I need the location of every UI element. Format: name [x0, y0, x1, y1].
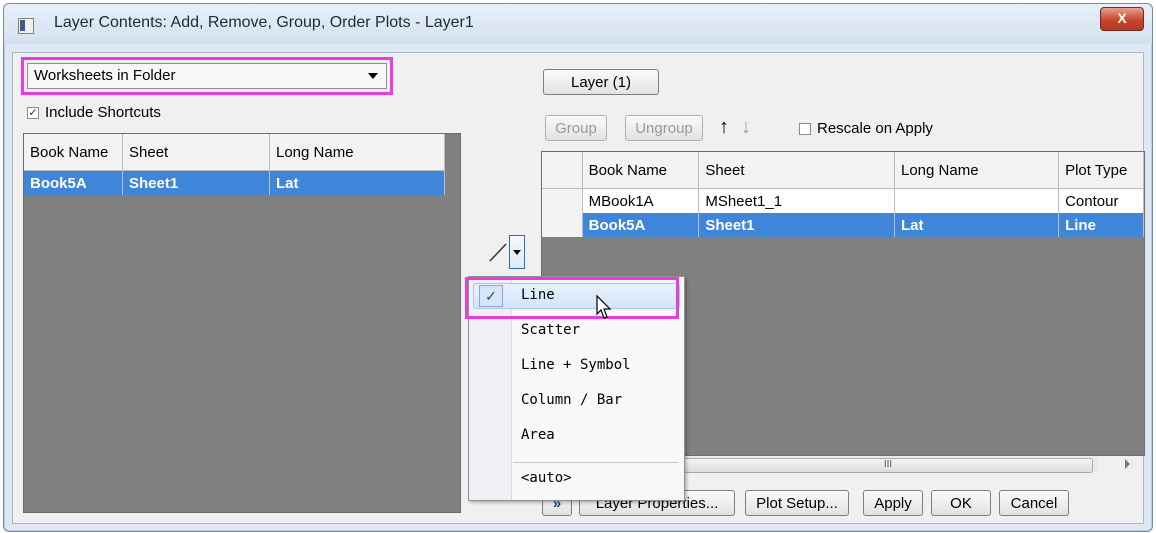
menu-item-line[interactable]: Line: [521, 287, 555, 303]
cell-long-name: Lat: [894, 213, 1060, 237]
source-select-value: Worksheets in Folder: [34, 67, 176, 84]
table-row[interactable]: Book5A Sheet1 Lat Line: [542, 213, 1144, 237]
menu-item-line-symbol[interactable]: Line + Symbol: [521, 357, 631, 373]
apply-button[interactable]: Apply: [863, 490, 923, 516]
cell-sheet: Sheet1: [122, 170, 270, 195]
horizontal-scrollbar[interactable]: III: [681, 456, 1099, 473]
chevron-down-icon: [513, 250, 521, 255]
checkmark-icon: ✓: [479, 285, 503, 307]
menu-separator: [513, 462, 678, 463]
col-header-book-name[interactable]: Book Name: [582, 152, 700, 189]
menu-item-scatter[interactable]: Scatter: [521, 322, 580, 338]
move-down-arrow-icon[interactable]: ↓: [735, 115, 757, 141]
rescale-on-apply-label: Rescale on Apply: [817, 120, 933, 137]
scroll-right-arrow-icon[interactable]: [1125, 459, 1130, 469]
col-header-long-name[interactable]: Long Name: [894, 152, 1060, 189]
available-data-grid: Book Name Sheet Long Name Book5A Sheet1 …: [23, 133, 461, 513]
scrollbar-thumb[interactable]: III: [683, 458, 1093, 473]
table-row[interactable]: MBook1A MSheet1_1 Contour: [542, 188, 1144, 213]
cell-sheet: Sheet1: [698, 213, 895, 237]
mouse-cursor-icon: [595, 294, 615, 322]
dialog-body: Worksheets in Folder ✓ Include Shortcuts…: [12, 52, 1145, 524]
include-shortcuts-label: Include Shortcuts: [45, 104, 161, 121]
ungroup-button[interactable]: Ungroup: [625, 115, 703, 141]
table-row[interactable]: Book5A Sheet1 Lat: [24, 170, 445, 195]
col-header-sheet[interactable]: Sheet: [122, 134, 270, 171]
cell-book: MBook1A: [582, 188, 700, 213]
app-icon: [18, 18, 34, 34]
plot-type-menu: ✓ Line Scatter Line + Symbol Column / Ba…: [468, 276, 685, 501]
cell-plot-type: Contour: [1058, 188, 1144, 213]
cell-long-name: [894, 188, 1060, 213]
cell-book: Book5A: [24, 170, 123, 195]
col-header-plot-type[interactable]: Plot Type: [1058, 152, 1144, 189]
menu-item-column-bar[interactable]: Column / Bar: [521, 392, 622, 408]
include-shortcuts-checkbox[interactable]: ✓: [27, 107, 39, 119]
cell-plot-type: Line: [1058, 213, 1144, 237]
cell-long-name: Lat: [269, 170, 445, 195]
move-up-arrow-icon[interactable]: ↑: [713, 115, 735, 141]
menu-item-hover: [473, 283, 680, 309]
col-header-long-name[interactable]: Long Name: [269, 134, 445, 171]
dialog-window: Layer Contents: Add, Remove, Group, Orde…: [3, 3, 1153, 532]
menu-item-area[interactable]: Area: [521, 427, 555, 443]
cell-sheet: MSheet1_1: [698, 188, 895, 213]
col-header-book-name[interactable]: Book Name: [24, 134, 123, 171]
cancel-button[interactable]: Cancel: [999, 490, 1069, 516]
menu-icon-strip: [469, 277, 512, 500]
rescale-on-apply-checkbox[interactable]: [799, 123, 811, 135]
layer-tab[interactable]: Layer (1): [543, 69, 659, 95]
group-button[interactable]: Group: [545, 115, 607, 141]
plot-setup-button[interactable]: Plot Setup...: [745, 490, 849, 516]
row-header[interactable]: [542, 188, 583, 213]
line-plot-icon[interactable]: [487, 239, 509, 265]
plot-type-dropdown-button[interactable]: [509, 235, 525, 269]
close-button[interactable]: X: [1100, 7, 1144, 31]
source-select[interactable]: Worksheets in Folder: [27, 63, 387, 89]
row-header[interactable]: [542, 213, 583, 237]
row-header-corner: [542, 152, 583, 189]
chevron-down-icon: [368, 73, 378, 79]
ok-button[interactable]: OK: [931, 490, 991, 516]
menu-item-auto[interactable]: <auto>: [521, 470, 572, 486]
window-title: Layer Contents: Add, Remove, Group, Orde…: [54, 14, 474, 31]
cell-book: Book5A: [582, 213, 700, 237]
title-bar[interactable]: Layer Contents: Add, Remove, Group, Orde…: [4, 4, 1152, 44]
col-header-sheet[interactable]: Sheet: [698, 152, 895, 189]
